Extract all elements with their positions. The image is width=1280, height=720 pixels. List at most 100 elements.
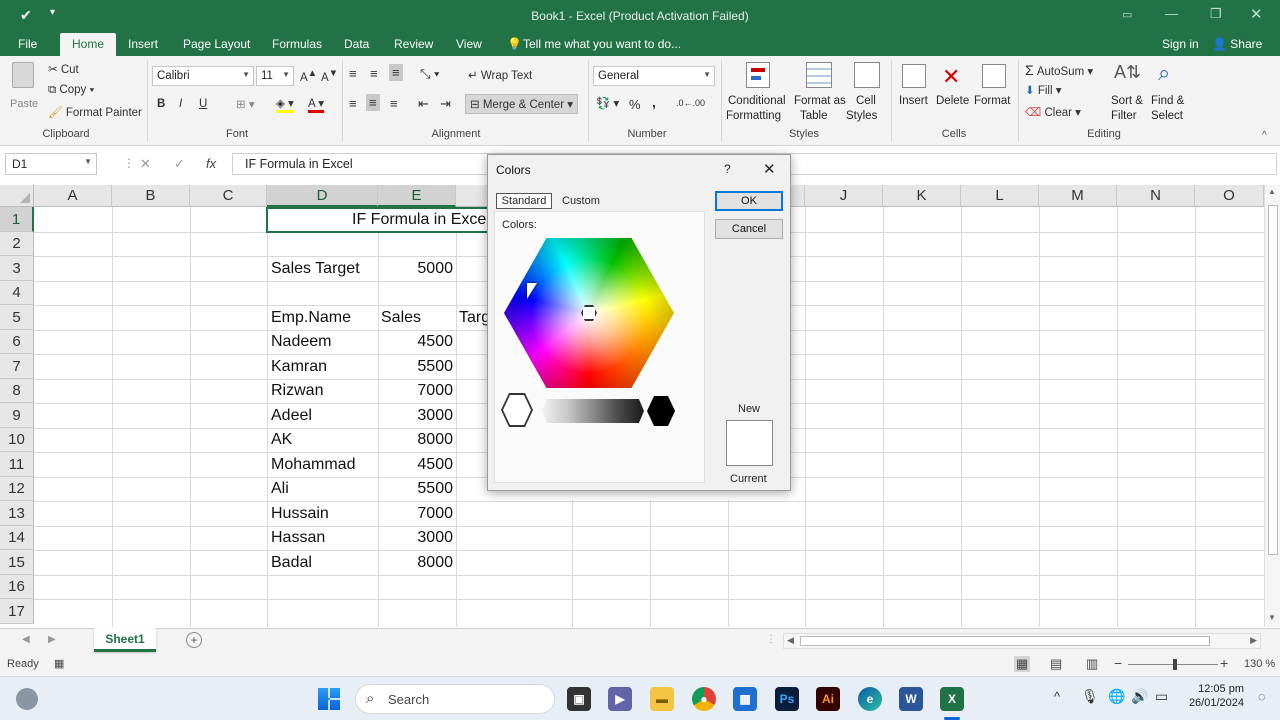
- employee-sales-cell[interactable]: 5500: [378, 358, 453, 376]
- collapse-ribbon-icon[interactable]: ^: [1262, 130, 1267, 141]
- tab-home[interactable]: Home: [60, 33, 117, 56]
- zoom-slider-thumb[interactable]: [1173, 659, 1177, 670]
- fill-color-icon[interactable]: ◈ ▾: [276, 96, 294, 113]
- decrease-font-icon[interactable]: A▼: [321, 68, 338, 84]
- select-all-corner[interactable]: [0, 185, 34, 207]
- tab-file[interactable]: File: [18, 37, 37, 51]
- accounting-format-icon[interactable]: 💱 ▾: [596, 96, 619, 110]
- emp-name-header-cell[interactable]: Emp.Name: [271, 309, 351, 327]
- page-layout-view-icon[interactable]: ▤: [1050, 656, 1062, 672]
- scroll-sheets-left-icon[interactable]: ◀: [22, 634, 30, 645]
- row-header-11[interactable]: 11: [0, 452, 34, 477]
- font-name-combo[interactable]: Calibri ▼: [152, 66, 254, 86]
- zoom-in-button[interactable]: +: [1220, 655, 1228, 671]
- tab-data[interactable]: Data: [344, 37, 369, 51]
- increase-font-icon[interactable]: A▲: [300, 68, 317, 84]
- column-header-j[interactable]: J: [805, 185, 883, 207]
- show-hidden-icons[interactable]: ^: [1054, 689, 1060, 704]
- row-header-4[interactable]: 4: [0, 281, 34, 305]
- microphone-icon[interactable]: 🎙: [1081, 688, 1099, 705]
- horizontal-scrollbar[interactable]: ◀ ▶: [783, 633, 1261, 649]
- restore-button[interactable]: ❐: [1210, 6, 1222, 22]
- percent-button[interactable]: %: [629, 97, 641, 112]
- store-icon[interactable]: ▦: [733, 687, 757, 711]
- employee-sales-cell[interactable]: 3000: [378, 407, 453, 425]
- row-header-14[interactable]: 14: [0, 526, 34, 550]
- scroll-down-icon[interactable]: ▼: [1268, 613, 1276, 622]
- clear-button[interactable]: ⌫ Clear ▾: [1025, 105, 1081, 119]
- scroll-up-icon[interactable]: ▲: [1268, 187, 1276, 196]
- windows-start-icon[interactable]: [318, 688, 340, 710]
- name-box[interactable]: D1 ▼: [5, 153, 97, 175]
- zoom-level[interactable]: 130 %: [1244, 658, 1275, 670]
- row-header-7[interactable]: 7: [0, 354, 34, 379]
- cancel-button[interactable]: Cancel: [715, 219, 783, 239]
- column-header-b[interactable]: B: [112, 185, 190, 207]
- column-header-k[interactable]: K: [883, 185, 961, 207]
- employee-name-cell[interactable]: Adeel: [271, 407, 312, 425]
- row-header-8[interactable]: 8: [0, 379, 34, 403]
- volume-icon[interactable]: 🔊: [1131, 688, 1148, 705]
- column-header-l[interactable]: L: [961, 185, 1039, 207]
- row-header-3[interactable]: 3: [0, 256, 34, 281]
- sheet-title-cell[interactable]: IF Formula in Excel: [352, 211, 490, 229]
- format-as-table-button[interactable]: Format as Table: [792, 60, 846, 126]
- insert-function-button[interactable]: fx: [206, 156, 216, 171]
- excel-taskbar-icon[interactable]: X: [940, 687, 964, 711]
- top-align-icon[interactable]: ≡: [349, 66, 357, 81]
- help-button[interactable]: ?: [724, 162, 731, 176]
- task-view-icon[interactable]: ▣: [567, 687, 591, 711]
- font-color-icon[interactable]: A ▾: [308, 96, 325, 113]
- battery-icon[interactable]: ▭: [1155, 688, 1168, 705]
- network-icon[interactable]: 🌐: [1108, 688, 1125, 705]
- merge-center-button[interactable]: ⊟ Merge & Center ▾: [465, 94, 578, 114]
- bold-button[interactable]: B: [157, 98, 165, 110]
- photoshop-icon[interactable]: Ps: [775, 687, 799, 711]
- column-header-c[interactable]: C: [190, 185, 267, 207]
- employee-sales-cell[interactable]: 5500: [378, 480, 453, 498]
- page-break-view-icon[interactable]: ▥: [1086, 656, 1098, 672]
- horizontal-scroll-thumb[interactable]: [800, 636, 1210, 646]
- tab-page-layout[interactable]: Page Layout: [183, 37, 250, 51]
- zoom-out-button[interactable]: −: [1114, 655, 1122, 671]
- dialog-close-button[interactable]: ✕: [763, 160, 776, 178]
- delete-cells-button[interactable]: ✕ Delete: [934, 60, 974, 126]
- fill-button[interactable]: ⬇ Fill ▾: [1025, 83, 1062, 97]
- taskbar-search-box[interactable]: ⌕ Search: [355, 684, 555, 714]
- row-header-10[interactable]: 10: [0, 428, 34, 452]
- minimize-button[interactable]: —: [1165, 6, 1178, 21]
- employee-name-cell[interactable]: Kamran: [271, 358, 327, 376]
- word-icon[interactable]: W: [899, 687, 923, 711]
- tab-review[interactable]: Review: [394, 37, 433, 51]
- comma-button[interactable]: ,: [652, 94, 656, 110]
- align-center-icon[interactable]: ≡: [366, 94, 380, 111]
- borders-icon[interactable]: ⊞ ▾: [236, 97, 255, 111]
- row-header-16[interactable]: 16: [0, 575, 34, 599]
- find-select-button[interactable]: ⌕ Find & Select: [1148, 60, 1190, 126]
- confirm-entry-icon[interactable]: ✓: [174, 156, 185, 172]
- ok-button[interactable]: OK: [715, 191, 783, 211]
- ribbon-display-options-icon[interactable]: ▭: [1122, 8, 1132, 21]
- notifications-icon[interactable]: ◌: [1258, 689, 1266, 704]
- column-header-e[interactable]: E: [378, 185, 456, 207]
- employee-sales-cell[interactable]: 7000: [378, 382, 453, 400]
- employee-name-cell[interactable]: Badal: [271, 554, 312, 572]
- employee-sales-cell[interactable]: 4500: [378, 456, 453, 474]
- normal-view-icon[interactable]: ▦: [1014, 656, 1031, 672]
- row-header-17[interactable]: 17: [0, 599, 34, 624]
- add-sheet-button[interactable]: +: [186, 632, 202, 648]
- column-header-a[interactable]: A: [34, 185, 112, 207]
- column-header-n[interactable]: N: [1117, 185, 1195, 207]
- target-header-cell[interactable]: Target: [459, 309, 487, 327]
- wrap-text-button[interactable]: ↵ Wrap Text: [468, 68, 532, 82]
- employee-sales-cell[interactable]: 8000: [378, 554, 453, 572]
- number-format-combo[interactable]: General ▼: [593, 66, 715, 86]
- employee-name-cell[interactable]: Hussain: [271, 505, 329, 523]
- row-header-9[interactable]: 9: [0, 403, 34, 428]
- illustrator-icon[interactable]: Ai: [816, 687, 840, 711]
- scroll-right-icon[interactable]: ▶: [1250, 635, 1257, 646]
- tab-insert[interactable]: Insert: [128, 37, 158, 51]
- decrease-indent-icon[interactable]: ⇤: [418, 96, 429, 112]
- tab-view[interactable]: View: [456, 37, 482, 51]
- share-button[interactable]: 👤 Share: [1212, 37, 1262, 51]
